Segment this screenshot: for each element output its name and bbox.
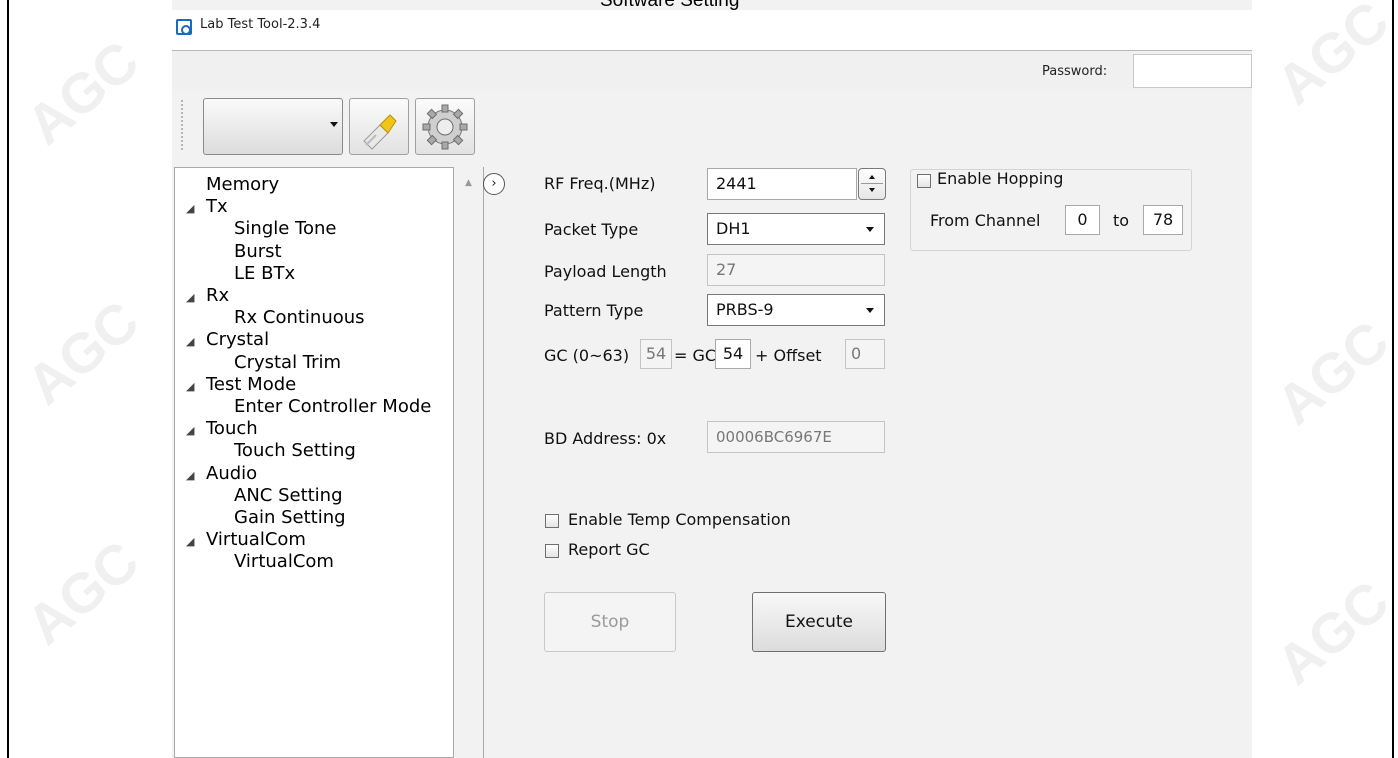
watermark: AGC — [1264, 568, 1398, 697]
enable-temp-label: Enable Temp Compensation — [568, 510, 791, 529]
toolbar-grip[interactable] — [181, 100, 184, 150]
collapse-arrow-icon[interactable]: ◢ — [186, 469, 194, 482]
tree-node[interactable]: Crystal — [206, 329, 269, 350]
page-border-right — [1392, 0, 1394, 758]
from-channel-label: From Channel — [930, 211, 1041, 230]
divider — [861, 183, 883, 184]
tree-leaf[interactable]: Burst — [234, 241, 282, 262]
tree-node[interactable]: Tx — [206, 196, 228, 217]
collapse-arrow-icon[interactable]: ◢ — [186, 202, 194, 215]
tree-node[interactable]: VirtualCom — [206, 529, 306, 550]
from-channel-input[interactable]: 0 — [1065, 205, 1100, 235]
chevron-down-icon — [866, 227, 874, 232]
packet-type-value: DH1 — [716, 219, 751, 238]
password-label: Password: — [1042, 64, 1108, 79]
chevron-down-icon — [866, 308, 874, 313]
bd-address-label: BD Address: 0x — [544, 429, 667, 448]
report-gc-checkbox[interactable] — [545, 544, 559, 558]
gear-icon — [422, 104, 468, 150]
tree-node[interactable]: Touch — [206, 418, 258, 439]
document-caption: Software Setting — [600, 0, 740, 11]
payload-length-field: 27 — [707, 254, 885, 286]
gc-input[interactable]: 54 — [715, 339, 751, 369]
settings-button[interactable] — [415, 98, 475, 155]
bd-address-field: 00006BC6967E — [707, 421, 885, 453]
packet-type-select[interactable]: DH1 — [707, 213, 885, 245]
window-title: Lab Test Tool-2.3.4 — [200, 17, 321, 32]
spin-up-icon[interactable] — [869, 175, 875, 179]
app-icon — [176, 19, 192, 35]
enable-temp-checkbox[interactable] — [545, 514, 559, 528]
offset-field: 0 — [845, 339, 885, 369]
brush-icon — [363, 114, 397, 150]
spin-down-icon[interactable] — [869, 188, 875, 192]
page-border-left — [7, 0, 9, 758]
packet-type-label: Packet Type — [544, 220, 639, 239]
watermark: AGC — [14, 28, 151, 157]
pattern-type-value: PRBS-9 — [716, 300, 774, 319]
tree-leaf[interactable]: VirtualCom — [234, 551, 334, 572]
tree-leaf[interactable]: ANC Setting — [234, 485, 343, 506]
chevron-down-icon — [330, 122, 338, 127]
offset-label: + Offset — [755, 346, 822, 365]
collapse-arrow-icon[interactable]: ◢ — [186, 380, 194, 393]
gc-equals-label: = GC — [674, 346, 717, 365]
enable-hopping-label: Enable Hopping — [937, 169, 1064, 188]
rf-freq-label: RF Freq.(MHz) — [544, 174, 656, 193]
tree-leaf[interactable]: Single Tone — [234, 218, 337, 239]
password-input[interactable] — [1133, 54, 1252, 88]
tree-node[interactable]: Memory — [206, 174, 279, 195]
title-bar — [172, 10, 1252, 50]
to-label: to — [1113, 211, 1130, 230]
tree-leaf[interactable]: LE BTx — [234, 263, 295, 284]
tree-node[interactable]: Audio — [206, 463, 257, 484]
tree-leaf[interactable]: Touch Setting — [234, 440, 356, 461]
expand-panel-button[interactable]: › — [483, 173, 505, 195]
device-combo[interactable] — [203, 98, 343, 155]
collapse-arrow-icon[interactable]: ◢ — [186, 335, 194, 348]
collapse-arrow-icon[interactable]: ◢ — [186, 535, 194, 548]
scroll-up-icon[interactable]: ▲ — [465, 178, 472, 188]
collapse-arrow-icon[interactable]: ◢ — [186, 291, 194, 304]
stop-button: Stop — [544, 592, 676, 652]
tree-leaf[interactable]: Crystal Trim — [234, 352, 341, 373]
clear-button[interactable] — [349, 98, 409, 155]
watermark: AGC — [14, 528, 151, 657]
payload-length-label: Payload Length — [544, 262, 667, 281]
watermark: AGC — [14, 288, 151, 417]
collapse-arrow-icon[interactable]: ◢ — [186, 424, 194, 437]
rf-freq-input[interactable]: 2441 — [707, 168, 857, 200]
rf-freq-spinner[interactable] — [858, 168, 886, 200]
execute-button[interactable]: Execute — [752, 592, 886, 652]
pattern-type-label: Pattern Type — [544, 301, 644, 320]
gc-label: GC (0~63) — [544, 346, 630, 365]
panel-splitter[interactable] — [483, 167, 484, 758]
watermark: AGC — [1264, 0, 1398, 117]
watermark: AGC — [1264, 308, 1398, 437]
report-gc-label: Report GC — [568, 540, 650, 559]
tree-leaf[interactable]: Gain Setting — [234, 507, 346, 528]
tree-leaf[interactable]: Enter Controller Mode — [234, 396, 431, 417]
tree-leaf[interactable]: Rx Continuous — [234, 307, 365, 328]
to-channel-input[interactable]: 78 — [1143, 205, 1183, 235]
pattern-type-select[interactable]: PRBS-9 — [707, 294, 885, 326]
tree-node[interactable]: Test Mode — [206, 374, 296, 395]
tree-node[interactable]: Rx — [206, 285, 229, 306]
gc-total-field: 54 — [640, 339, 672, 369]
enable-hopping-checkbox[interactable] — [917, 174, 931, 188]
